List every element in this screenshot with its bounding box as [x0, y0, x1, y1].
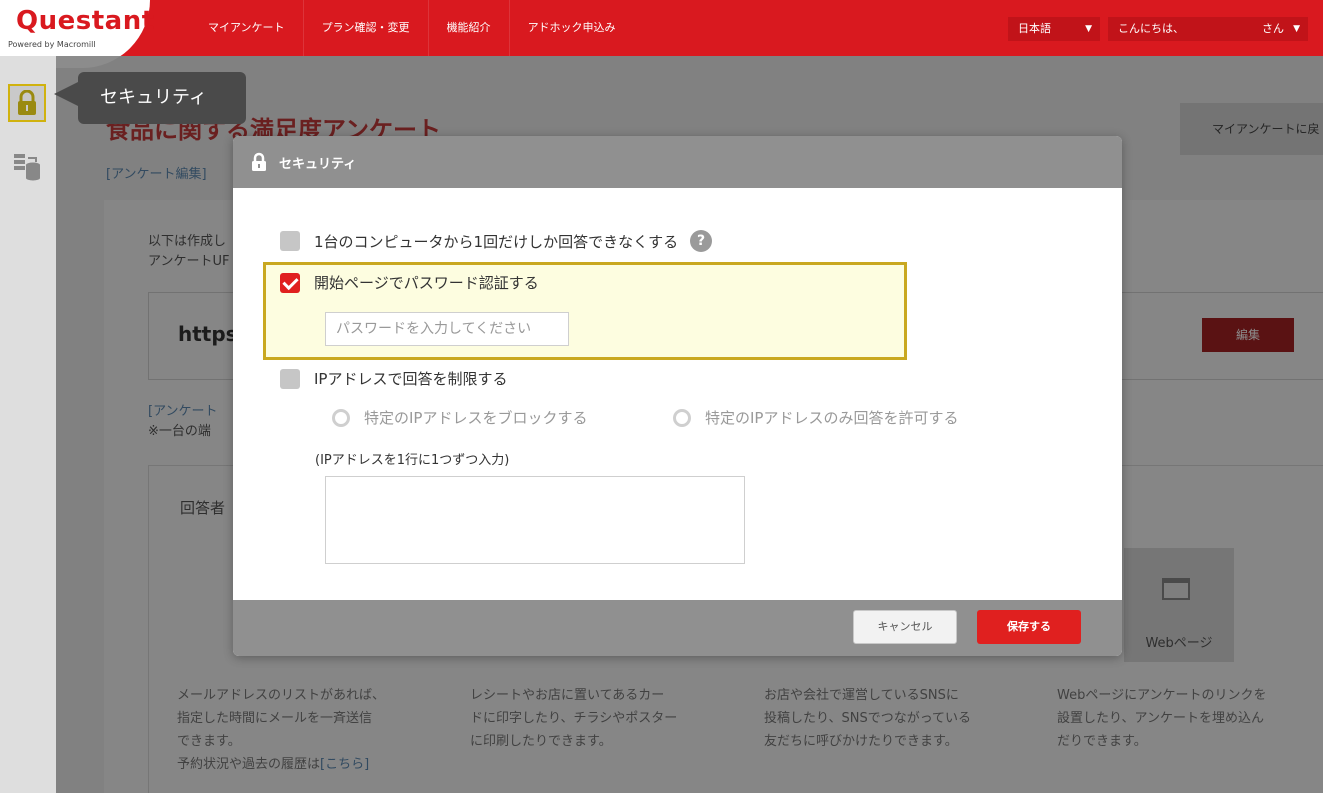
radio-block-ip-button[interactable]	[332, 408, 350, 427]
radio-allow-ip-label: 特定のIPアドレスのみ回答を許可する	[705, 409, 959, 427]
nav-my-survey[interactable]: マイアンケート	[190, 0, 303, 56]
password-checkbox[interactable]	[280, 272, 300, 293]
radio-allow-ip-button[interactable]	[673, 408, 691, 427]
password-option[interactable]: 開始ページでパスワード認証する	[280, 272, 539, 293]
help-icon[interactable]: ?	[690, 230, 713, 252]
security-modal: セキュリティ キャンセル 保存する	[233, 136, 1122, 656]
ip-input-hint: (IPアドレスを1行に1つずつ入力)	[315, 453, 510, 468]
one-per-computer-label: 1台のコンピュータから1回だけしか回答できなくする	[314, 232, 679, 251]
lock-icon	[18, 90, 36, 115]
database-icon	[14, 154, 40, 181]
one-per-computer-checkbox[interactable]	[280, 231, 300, 251]
ip-restrict-option[interactable]: IPアドレスで回答を制限する	[280, 368, 507, 389]
greeting-suffix: さん	[1262, 22, 1284, 35]
language-label: 日本語	[1018, 22, 1051, 35]
radio-block-ip-label: 特定のIPアドレスをブロックする	[364, 409, 588, 427]
password-option-label: 開始ページでパスワード認証する	[314, 274, 539, 292]
left-sidebar	[0, 56, 56, 793]
radio-block-ip[interactable]: 特定のIPアドレスをブロックする	[332, 407, 587, 428]
tooltip-arrow	[54, 82, 78, 106]
save-button[interactable]: 保存する	[977, 610, 1081, 644]
chevron-down-icon: ▼	[1293, 24, 1300, 34]
security-tooltip: セキュリティ	[78, 72, 246, 124]
modal-footer: キャンセル 保存する	[233, 600, 1122, 656]
ip-restrict-label: IPアドレスで回答を制限する	[314, 370, 508, 388]
chevron-down-icon: ▼	[1085, 24, 1092, 34]
language-select[interactable]: 日本語 ▼	[1008, 17, 1100, 41]
nav-plan[interactable]: プラン確認・変更	[302, 0, 428, 56]
cancel-button[interactable]: キャンセル	[853, 610, 957, 644]
ip-restrict-checkbox[interactable]	[280, 368, 300, 389]
nav-adhoc[interactable]: アドホック申込み	[508, 0, 634, 56]
modal-title: セキュリティ	[279, 157, 357, 172]
modal-header: セキュリティ	[233, 136, 1122, 188]
user-menu[interactable]: こんにちは、 さん ▼	[1108, 17, 1308, 41]
nav-features[interactable]: 機能紹介	[427, 0, 509, 56]
radio-allow-ip[interactable]: 特定のIPアドレスのみ回答を許可する	[673, 407, 958, 428]
security-sidebar-button[interactable]	[8, 84, 46, 122]
logo: Questant	[16, 6, 155, 36]
password-input[interactable]	[325, 312, 569, 346]
greeting-label: こんにちは、	[1118, 22, 1184, 35]
one-per-computer-option[interactable]: 1台のコンピュータから1回だけしか回答できなくする ?	[280, 230, 713, 252]
ip-address-textarea[interactable]	[325, 476, 745, 564]
lock-icon	[252, 152, 266, 171]
logo-subtitle: Powered by Macromill	[8, 40, 96, 49]
main-nav: マイアンケート プラン確認・変更 機能紹介 アドホック申込み	[190, 0, 634, 56]
top-header: マイアンケート プラン確認・変更 機能紹介 アドホック申込み 日本語 ▼ こんに…	[0, 0, 1323, 56]
data-sidebar-button[interactable]	[8, 148, 46, 186]
